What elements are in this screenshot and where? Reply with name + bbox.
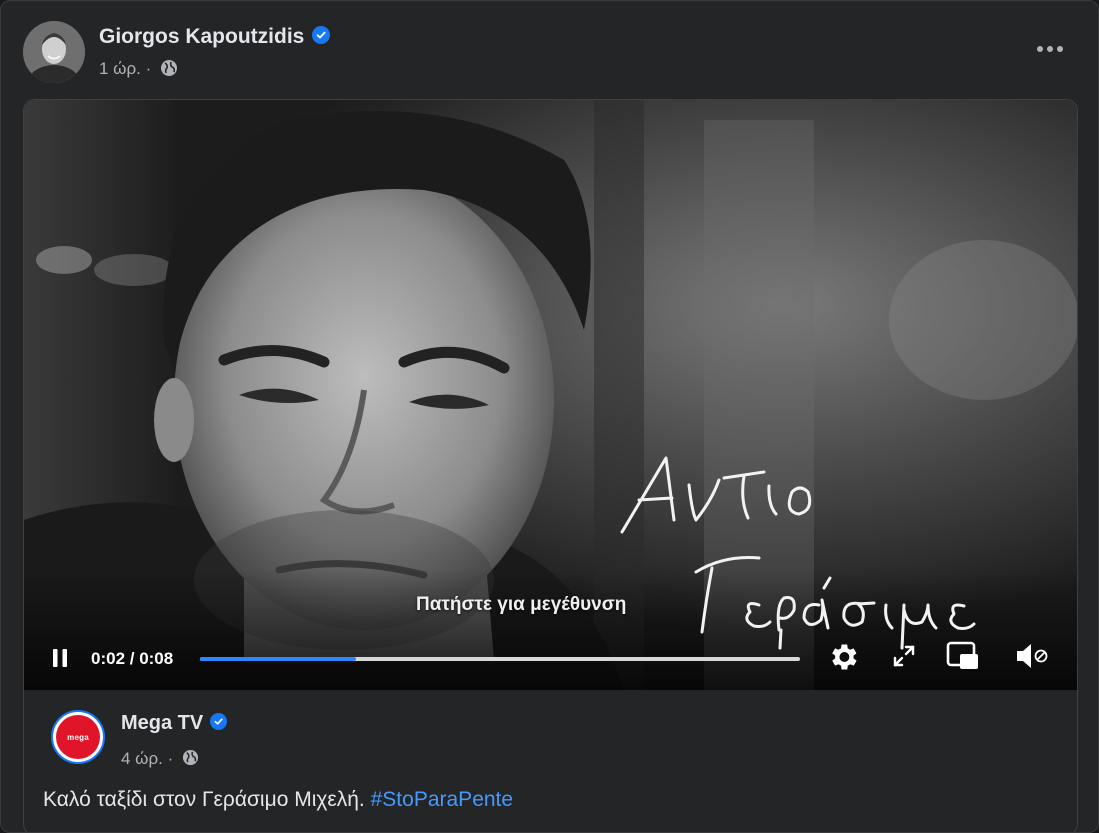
verified-badge-icon xyxy=(312,26,331,45)
meta-separator: · xyxy=(145,59,152,78)
tap-to-enlarge-hint[interactable]: Πατήστε για μεγέθυνση xyxy=(416,594,626,616)
shared-post-time[interactable]: 4 ώρ. xyxy=(121,749,163,768)
post-caption: Καλό ταξίδι στον Γεράσιμο Μιχελή. #StoPa… xyxy=(43,788,513,812)
more-dot xyxy=(1057,46,1063,52)
video-progress-fill xyxy=(200,657,356,661)
page-avatar[interactable]: mega xyxy=(51,710,105,764)
more-dot xyxy=(1037,46,1043,52)
globe-icon xyxy=(161,59,177,76)
verified-badge-icon xyxy=(210,713,228,731)
shared-post-meta: 4 ώρ. · xyxy=(121,749,199,769)
pause-icon[interactable] xyxy=(50,647,70,669)
globe-icon xyxy=(182,749,199,766)
post-meta: 1 ώρ. · xyxy=(99,59,178,79)
facebook-post: Giorgos Kapoutzidis 1 ώρ. · Πατήστε για … xyxy=(0,0,1099,833)
caption-text: Καλό ταξίδι στον Γεράσιμο Μιχελή. xyxy=(43,788,365,811)
post-time[interactable]: 1 ώρ. xyxy=(99,59,141,78)
author-name-text[interactable]: Giorgos Kapoutzidis xyxy=(99,25,304,48)
video-controls: 0:02 / 0:08 xyxy=(24,630,1077,690)
picture-in-picture-icon[interactable] xyxy=(946,640,980,672)
video-progress-bar[interactable] xyxy=(200,657,800,661)
author-name[interactable]: Giorgos Kapoutzidis xyxy=(99,25,331,49)
author-avatar[interactable] xyxy=(23,21,85,83)
shared-post-card: Πατήστε για μεγέθυνση 0:02 / 0:08 mega M… xyxy=(23,99,1078,832)
video-time: 0:02 / 0:08 xyxy=(91,649,174,668)
settings-gear-icon[interactable] xyxy=(826,640,860,674)
more-dot xyxy=(1047,46,1053,52)
meta-separator: · xyxy=(167,749,174,768)
avatar-photo xyxy=(23,21,85,83)
page-name[interactable]: Mega TV xyxy=(121,712,228,735)
fullscreen-icon[interactable] xyxy=(891,643,917,669)
video-player[interactable]: Πατήστε για μεγέθυνση 0:02 / 0:08 xyxy=(24,100,1077,690)
mega-logo: mega xyxy=(56,715,100,759)
page-name-text[interactable]: Mega TV xyxy=(121,712,203,734)
more-options-icon[interactable] xyxy=(1030,37,1070,61)
hashtag-link[interactable]: #StoParaPente xyxy=(371,788,513,811)
volume-muted-icon[interactable] xyxy=(1014,641,1050,671)
